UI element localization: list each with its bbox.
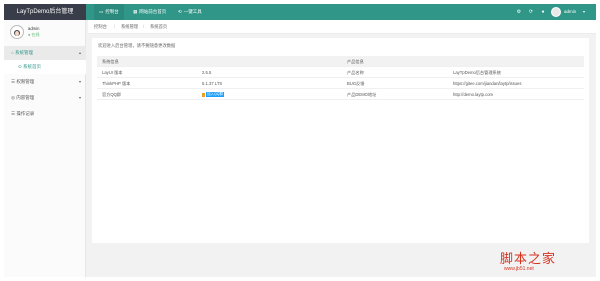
sidebar-item-label: 内容管理: [16, 95, 35, 100]
nav-label: 一键工具: [183, 9, 202, 14]
table-row: ThinkPHP 版本 5.1.37 LTS BUG反馈 https://git…: [97, 78, 584, 89]
chevron-up-icon: ▴: [78, 50, 81, 55]
table-cell: 产品名称: [347, 70, 364, 75]
table-cell: LayUI 版本: [102, 70, 123, 75]
page-description: 欢迎进入后台管理，请不要随意更改数据: [98, 43, 176, 48]
table-row: LayUI 版本 2.5.5 产品名称 LayTpDemo后台管理系统: [97, 67, 584, 78]
table-header-row: 系统信息 产品信息: [97, 56, 584, 67]
sidebar-item-system[interactable]: ⌂ 系统管理 ▴: [4, 46, 86, 60]
app-logo[interactable]: LayTpDemo后台管理: [4, 4, 86, 20]
watermark: 脚本之家 www.jb51.net: [496, 248, 596, 277]
dashboard-icon: ⊙: [18, 64, 22, 69]
table-cell: 产品DEMO地址: [347, 92, 377, 97]
table-row: 官方QQ群 加入QQ群 产品DEMO地址 http://demo.laytp.c…: [97, 89, 584, 100]
nav-tools[interactable]: ⟲ 一键工具: [173, 4, 207, 20]
breadcrumb-item[interactable]: 控制台: [94, 20, 107, 34]
sidebar-user: admin ● 在线: [4, 20, 86, 44]
table-cell: ThinkPHP 版本: [102, 81, 131, 86]
demo-link[interactable]: http://demo.laytp.com: [453, 89, 493, 100]
table-header: 产品信息: [347, 59, 364, 64]
breadcrumb-item[interactable]: 系统管理: [121, 20, 138, 34]
avatar[interactable]: [10, 25, 24, 39]
sidebar-item-label: 系统管理: [14, 50, 33, 55]
qq-group-cell: 加入QQ群: [202, 89, 224, 100]
nav-label: 控制台: [105, 9, 119, 14]
online-status: ● 在线: [28, 32, 40, 37]
breadcrumb-separator: /: [114, 24, 116, 29]
list-icon: ☰: [11, 79, 16, 84]
sidebar-username: admin: [28, 26, 40, 31]
watermark-title: 脚本之家: [500, 252, 557, 267]
sidebar-item-system-home[interactable]: ⊙ 系统首页: [4, 60, 86, 74]
target-icon: ◎: [11, 95, 15, 100]
table-cell: LayTpDemo后台管理系统: [453, 70, 501, 75]
list-icon: ☰: [11, 111, 16, 116]
qq-icon: [202, 92, 205, 97]
breadcrumb-separator: /: [143, 24, 145, 29]
sidebar-item-logs[interactable]: ☰ 操作记录: [4, 107, 86, 121]
nav-console[interactable]: ▭ 控制台: [94, 4, 124, 20]
breadcrumb: 控制台 / 系统管理 / 系统首页: [88, 20, 596, 34]
chevron-down-icon[interactable]: ▾: [583, 4, 585, 20]
join-qq-button[interactable]: 加入QQ群: [206, 92, 224, 98]
table-header: 系统信息: [102, 59, 119, 64]
bug-feedback-link[interactable]: https://gitee.com/jiandan/laytp/issues: [453, 78, 521, 89]
nav-label: 网站前台首页: [139, 9, 167, 14]
chevron-down-icon: ▾: [78, 95, 81, 100]
notification-icon[interactable]: ●: [540, 9, 546, 15]
refresh-icon: ⟲: [178, 9, 182, 14]
sidebar-item-label: 操作记录: [16, 111, 35, 116]
home-icon: ⌂: [11, 50, 14, 55]
breadcrumb-item: 系统首页: [150, 24, 168, 29]
header-username[interactable]: admin: [564, 4, 576, 20]
avatar-face: [15, 31, 19, 36]
sidebar-item-content[interactable]: ◎ 内容管理 ▾: [4, 91, 86, 105]
table-cell: 2.5.5: [202, 70, 212, 75]
table-cell: 官方QQ群: [102, 92, 122, 97]
settings-icon[interactable]: ⚙: [516, 9, 522, 15]
app-window: LayTpDemo后台管理 ▭ 控制台 ▦ 网站前台首页 ⟲ 一键工具 ⚙ ⟳ …: [4, 4, 596, 277]
sidebar-item-permissions[interactable]: ☰ 权限管理 ▾: [4, 75, 86, 89]
table-cell: 5.1.37 LTS: [202, 81, 223, 86]
refresh-icon[interactable]: ⟳: [528, 9, 534, 15]
watermark-url: www.jb51.net: [504, 266, 534, 272]
nav-site-home[interactable]: ▦ 网站前台首页: [128, 4, 171, 20]
header-avatar[interactable]: [551, 7, 561, 17]
main-panel: 欢迎进入后台管理，请不要随意更改数据 系统信息 产品信息 LayUI 版本 2.…: [92, 38, 589, 243]
monitor-icon: ▭: [99, 9, 104, 14]
sidebar-item-label: 权限管理: [16, 79, 35, 84]
grid-icon: ▦: [133, 9, 138, 14]
sidebar: admin ● 在线 ⌂ 系统管理 ▴ ⊙ 系统首页 ☰ 权限管理 ▾ ◎ 内容…: [4, 20, 86, 277]
top-header: LayTpDemo后台管理 ▭ 控制台 ▦ 网站前台首页 ⟲ 一键工具 ⚙ ⟳ …: [4, 4, 596, 20]
chevron-down-icon: ▾: [78, 79, 81, 84]
table-cell: BUG反馈: [347, 81, 365, 86]
sidebar-item-label: 系统首页: [23, 64, 42, 69]
